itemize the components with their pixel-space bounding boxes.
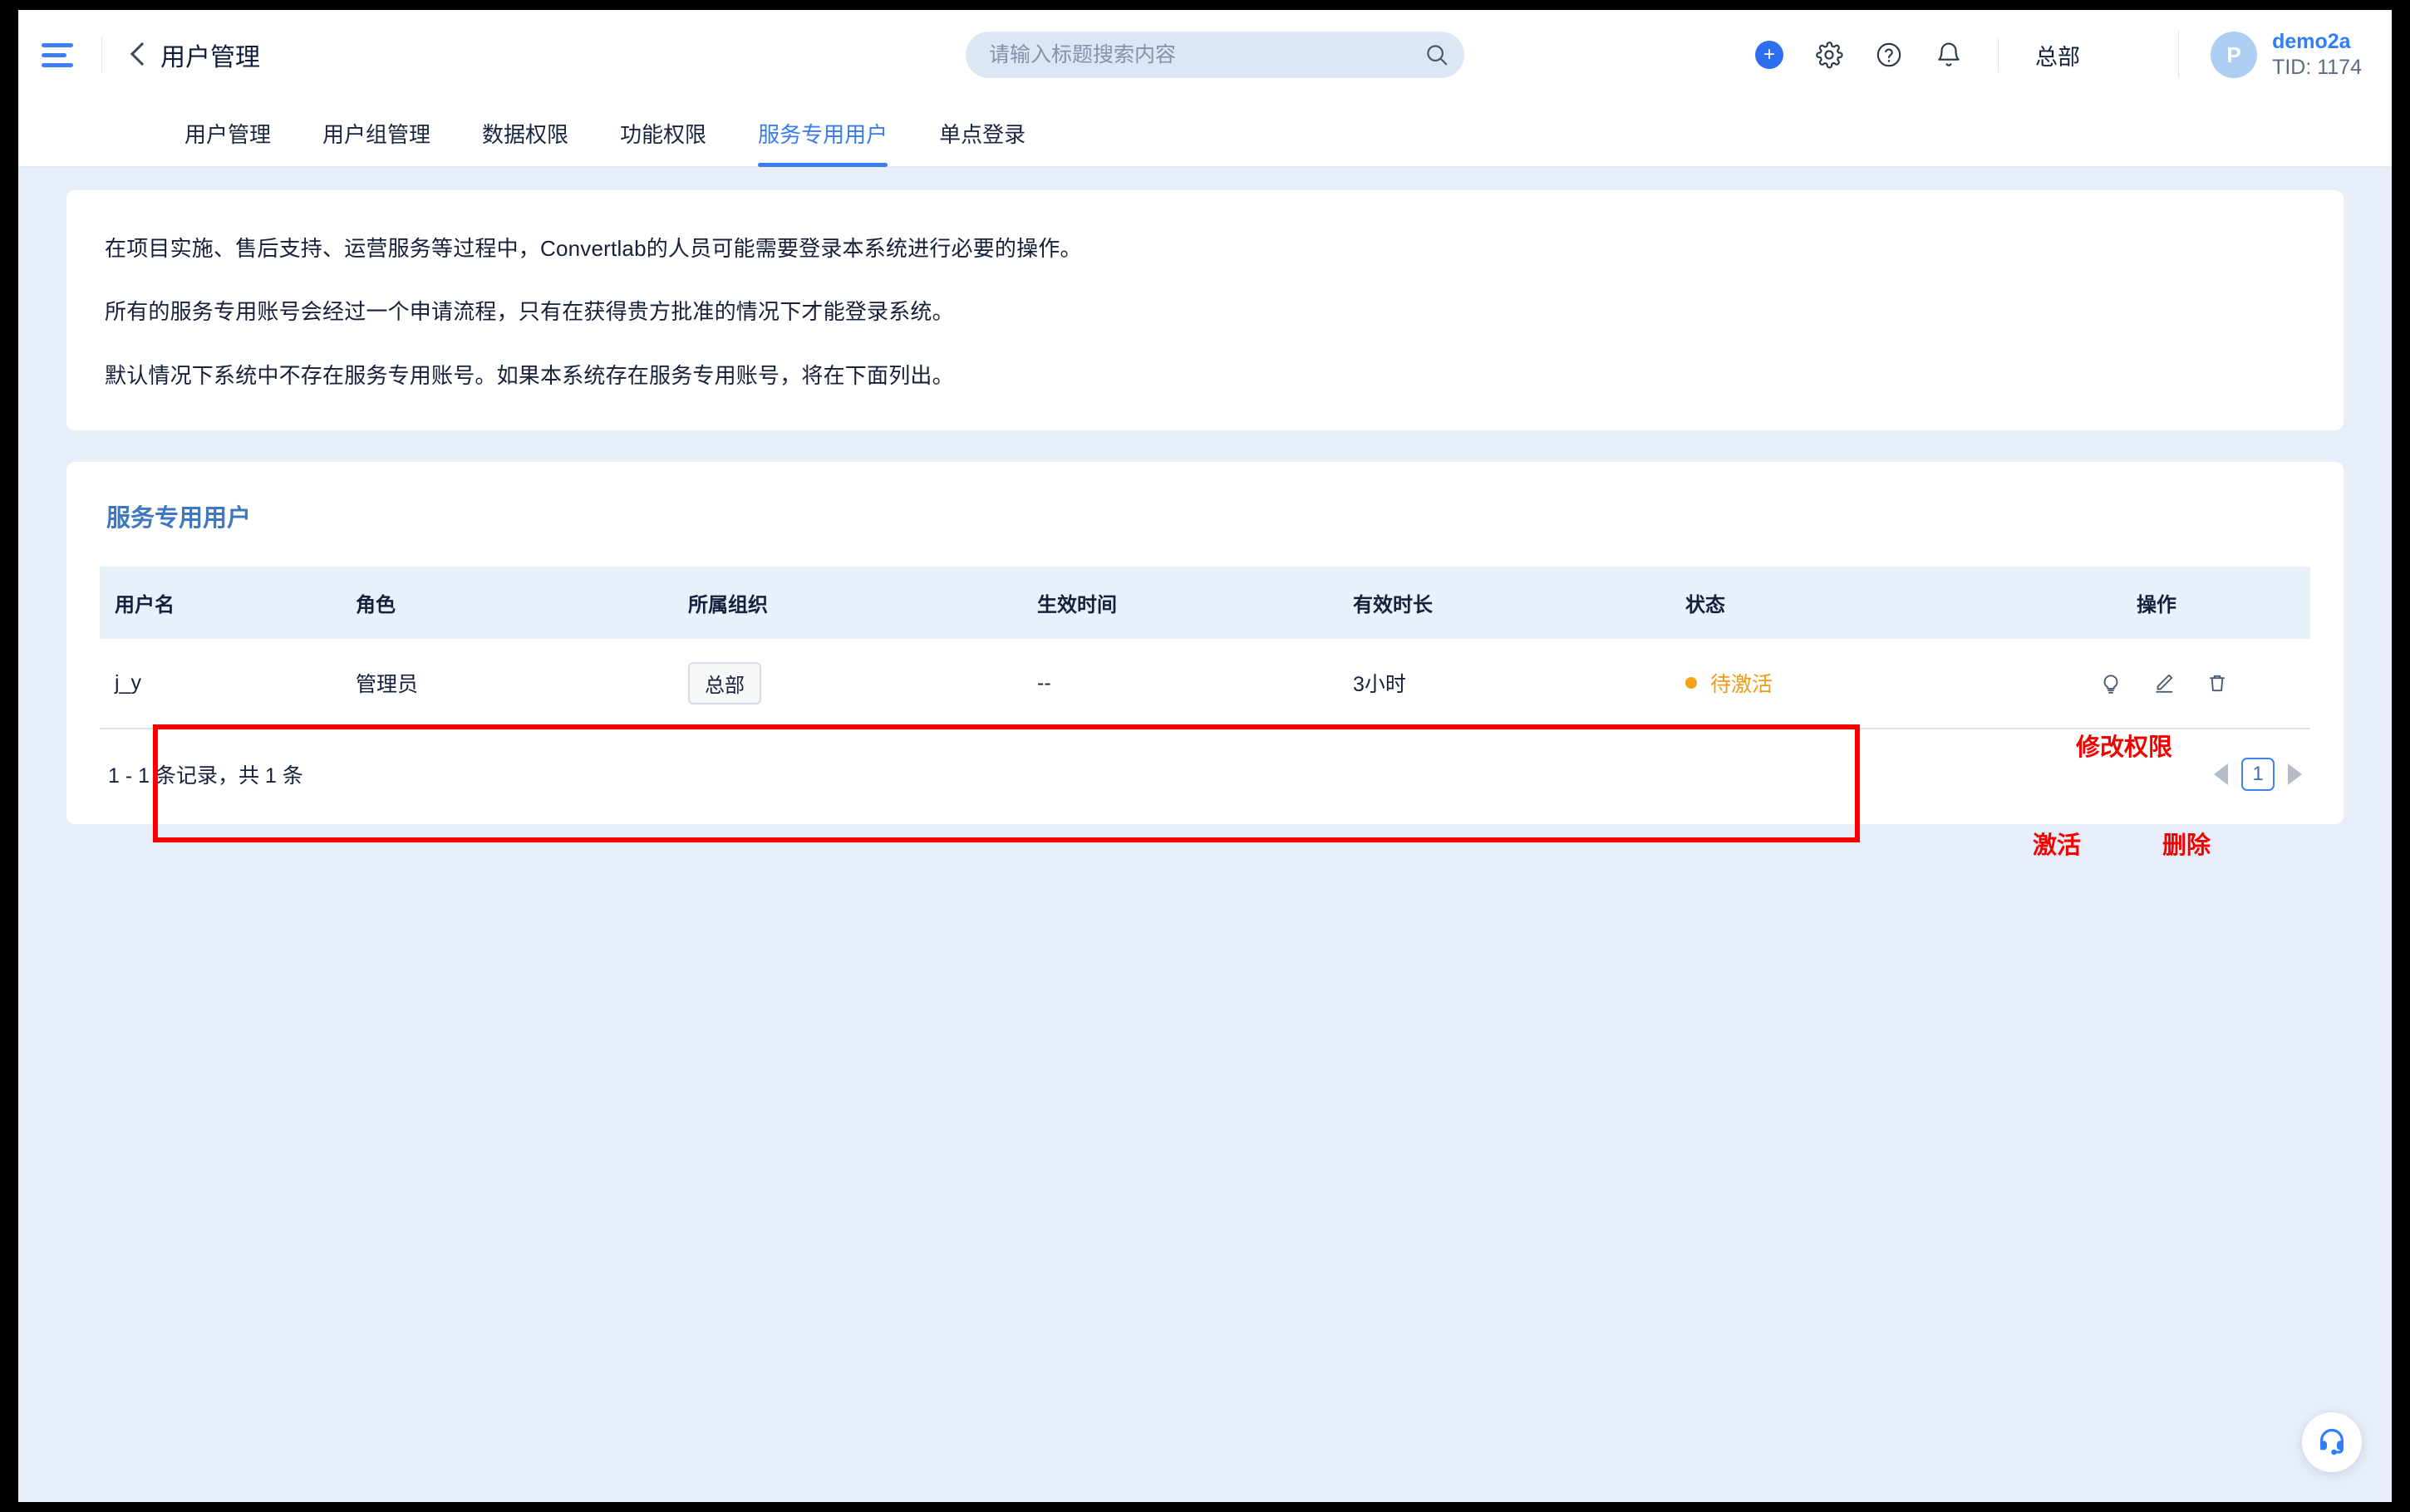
- column-duration: 有效时长: [1353, 593, 1433, 616]
- column-org: 所属组织: [688, 593, 768, 616]
- triangle-left-icon[interactable]: [2214, 763, 2228, 785]
- user-name: demo2a: [2272, 29, 2351, 53]
- cell-actions: [2003, 638, 2310, 729]
- tab-user-group-management[interactable]: 用户组管理: [322, 99, 430, 167]
- status-badge: 待激活: [1710, 673, 1773, 697]
- back-chevron-icon[interactable]: [129, 40, 147, 70]
- tab-sso[interactable]: 单点登录: [939, 99, 1025, 167]
- cell-effective-time: --: [1022, 638, 1338, 729]
- tab-function-permission[interactable]: 功能权限: [620, 99, 706, 167]
- bulb-icon[interactable]: [2098, 670, 2123, 695]
- column-effective-time: 生效时间: [1037, 593, 1117, 616]
- cell-status: 待激活: [1670, 638, 2003, 729]
- user-tid: TID: 1174: [2272, 56, 2362, 79]
- pagination-info: 1 - 1 条记录，共 1 条: [108, 763, 303, 788]
- table-header-row: 用户名 角色 所属组织 生效时间 有效时长 状态 操作: [100, 566, 2310, 639]
- column-username: 用户名: [115, 593, 175, 616]
- search-box[interactable]: [966, 32, 1464, 78]
- cell-duration: 3小时: [1338, 638, 1670, 729]
- headset-icon: [2316, 1425, 2348, 1460]
- tab-data-permission[interactable]: 数据权限: [482, 99, 568, 167]
- page-title: 用户管理: [160, 44, 260, 71]
- tab-service-account[interactable]: 服务专用用户: [758, 99, 888, 167]
- tab-bar: 用户管理 用户组管理 数据权限 功能权限 服务专用用户 单点登录: [18, 100, 2392, 168]
- bell-icon[interactable]: [1935, 41, 1963, 69]
- trash-icon[interactable]: [2205, 670, 2230, 695]
- org-label[interactable]: 总部: [2035, 39, 2080, 71]
- support-fab-button[interactable]: [2302, 1412, 2362, 1472]
- main-content: 在项目实施、售后支持、运营服务等过程中，Convertlab的人员可能需要登录本…: [18, 169, 2392, 1502]
- info-line-1: 在项目实施、售后支持、运营服务等过程中，Convertlab的人员可能需要登录本…: [105, 236, 1082, 261]
- table-title: 服务专用用户: [106, 504, 252, 532]
- cell-username: j_y: [100, 638, 341, 729]
- question-circle-icon[interactable]: [1875, 41, 1903, 69]
- column-role: 角色: [356, 593, 396, 616]
- pagination-controls: 1: [2214, 757, 2302, 791]
- info-line-2: 所有的服务专用账号会经过一个申请流程，只有在获得贵方批准的情况下才能登录系统。: [105, 299, 954, 325]
- info-card: 在项目实施、售后支持、运营服务等过程中，Convertlab的人员可能需要登录本…: [66, 190, 2344, 430]
- header-divider-2: [1998, 37, 1999, 72]
- table-row: j_y 管理员 总部 -- 3小时 待激活: [100, 638, 2310, 729]
- avatar: P: [2211, 32, 2258, 78]
- annotation-activate: 激活: [2033, 832, 2082, 859]
- pagination-row: 1 - 1 条记录，共 1 条 1: [100, 757, 2310, 791]
- search-input[interactable]: [966, 42, 1409, 67]
- header-divider: [101, 37, 102, 72]
- table-card: 服务专用用户 用户名 角色 所属组织 生效时间 有效时长 状态 操作 j_y 管…: [66, 461, 2344, 859]
- search-icon[interactable]: [1409, 32, 1464, 78]
- cell-role: 管理员: [341, 638, 673, 729]
- hamburger-icon[interactable]: [42, 42, 75, 67]
- column-status: 状态: [1685, 593, 1725, 616]
- annotation-delete: 删除: [2162, 832, 2211, 859]
- header-action-group: + 总部: [1755, 10, 2080, 100]
- pencil-icon[interactable]: [2152, 670, 2176, 695]
- app-window: 用户管理 +: [18, 10, 2392, 1502]
- page-number-1[interactable]: 1: [2241, 757, 2275, 791]
- header-divider-3: [2178, 32, 2180, 78]
- service-account-table: 用户名 角色 所属组织 生效时间 有效时长 状态 操作 j_y 管理员 总部 -…: [100, 566, 2310, 729]
- top-header: 用户管理 +: [18, 10, 2392, 100]
- column-action: 操作: [2137, 593, 2176, 616]
- org-tag: 总部: [688, 661, 761, 704]
- triangle-right-icon[interactable]: [2288, 763, 2302, 785]
- status-dot-icon: [1685, 677, 1697, 690]
- tab-user-management[interactable]: 用户管理: [184, 99, 271, 167]
- info-line-3: 默认情况下系统中不存在服务专用账号。如果本系统存在服务专用账号，将在下面列出。: [105, 362, 954, 388]
- gear-icon[interactable]: [1815, 41, 1843, 69]
- cell-org: 总部: [673, 638, 1022, 729]
- user-block[interactable]: P demo2a TID: 1174: [2178, 10, 2362, 100]
- plus-icon[interactable]: +: [1755, 41, 1783, 69]
